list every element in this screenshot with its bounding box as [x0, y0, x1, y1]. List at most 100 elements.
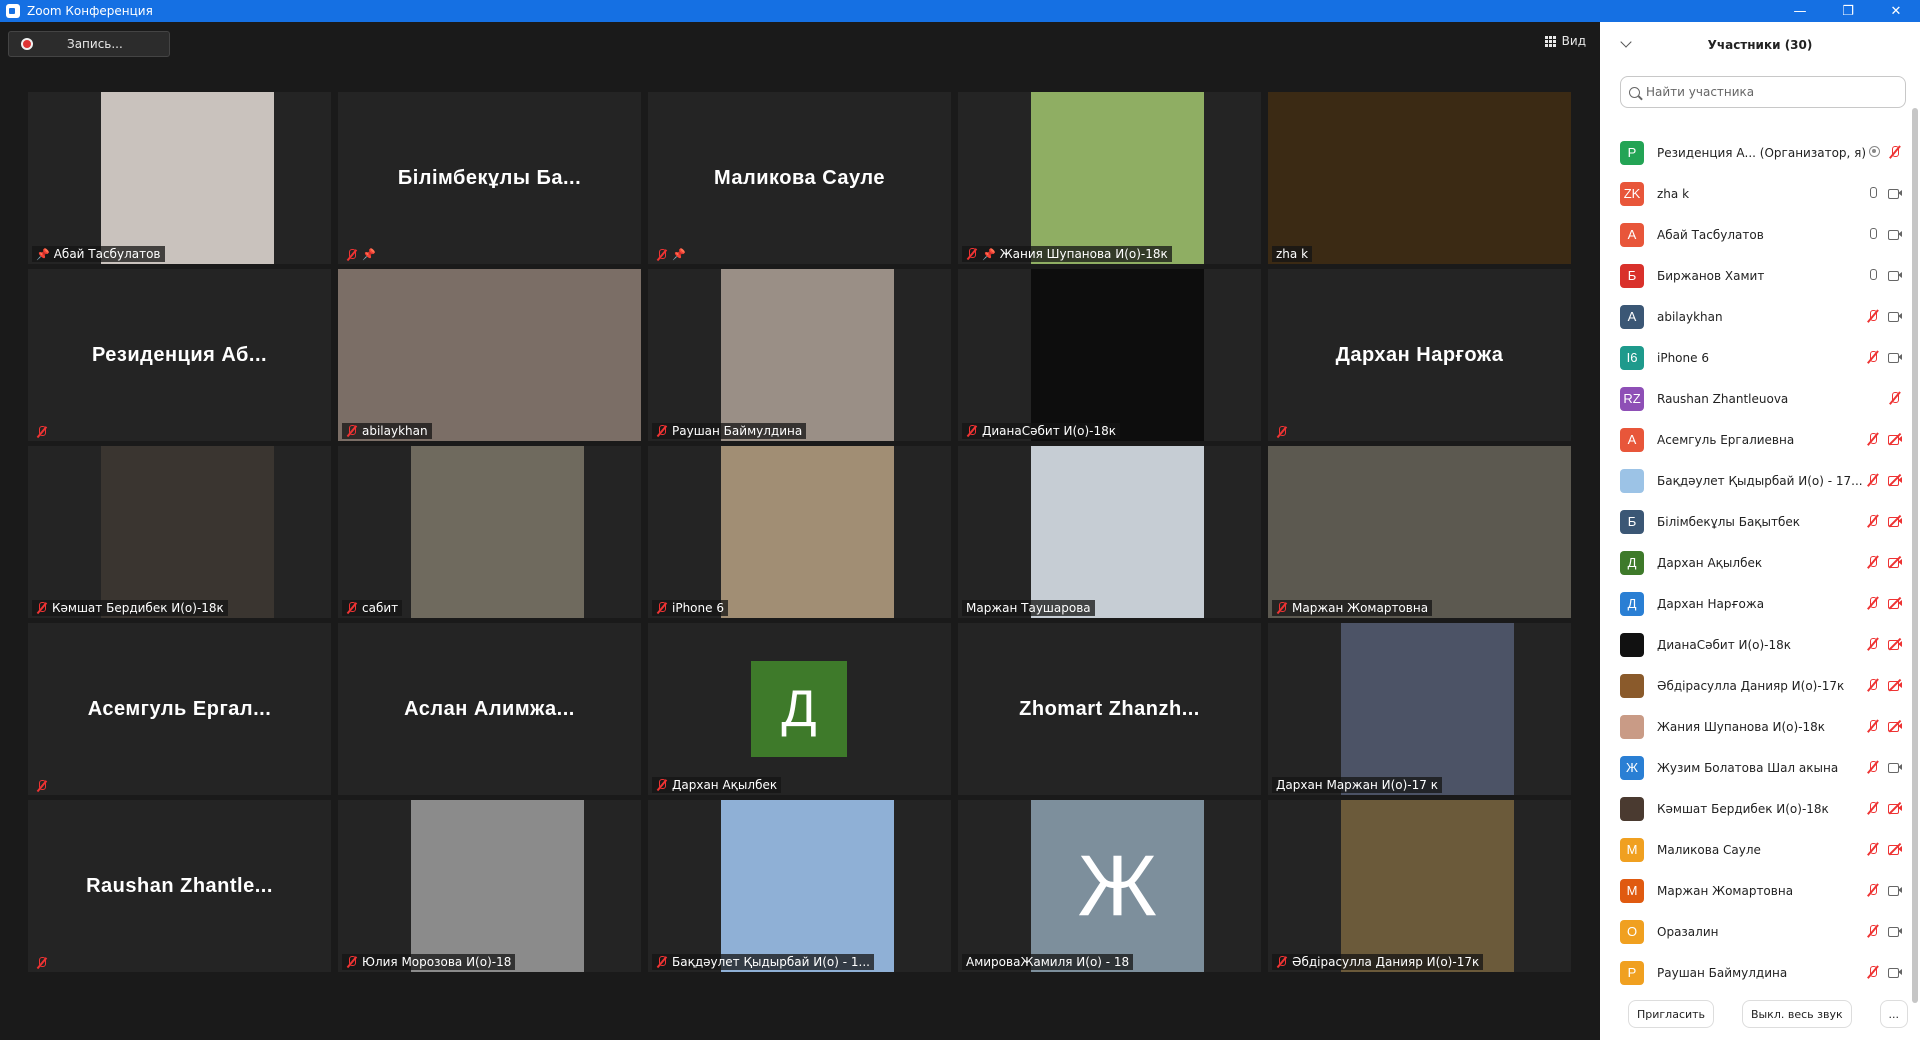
video-off-icon[interactable] — [1888, 596, 1902, 610]
video-icon[interactable] — [1888, 350, 1902, 364]
mute-all-button[interactable]: Выкл. весь звук — [1741, 1000, 1852, 1028]
video-tile[interactable]: Әбдірасулла Данияр И(о)-17к — [1268, 800, 1571, 972]
participant-row[interactable]: ZK zha k — [1600, 173, 1908, 214]
video-tile[interactable]: zha k — [1268, 92, 1571, 264]
video-tile[interactable]: Дархан Нарғожа — [1268, 269, 1571, 441]
participant-row[interactable]: О Оразалин — [1600, 911, 1908, 952]
mic-muted-icon[interactable] — [1866, 555, 1880, 569]
video-icon[interactable] — [1888, 268, 1902, 282]
mic-muted-icon[interactable] — [1866, 514, 1880, 528]
video-tile[interactable]: 📌 Жания Шупанова И(о)-18к — [958, 92, 1261, 264]
video-tile[interactable]: Аслан Алимжа... — [338, 623, 641, 795]
more-button[interactable]: ... — [1879, 1000, 1908, 1028]
video-tile[interactable]: Асемгуль Ергал... — [28, 623, 331, 795]
video-tile[interactable]: Zhomart Zhanzh... — [958, 623, 1261, 795]
mic-muted-icon[interactable] — [1866, 596, 1880, 610]
video-tile[interactable]: Бақдәулет Қыдырбай И(о) - 1... — [648, 800, 951, 972]
participant-search[interactable] — [1620, 76, 1906, 108]
video-icon[interactable] — [1888, 883, 1902, 897]
video-off-icon[interactable] — [1888, 514, 1902, 528]
participant-row[interactable]: Д Дархан Ақылбек — [1600, 542, 1908, 583]
video-icon[interactable] — [1888, 186, 1902, 200]
video-tile[interactable]: Д Дархан Ақылбек — [648, 623, 951, 795]
muted-mic-icon — [656, 956, 668, 968]
mic-muted-icon[interactable] — [1866, 760, 1880, 774]
participant-row[interactable]: М Маржан Жомартовна — [1600, 870, 1908, 911]
participant-list-scrollbar[interactable] — [1912, 108, 1918, 1003]
video-icon[interactable] — [1888, 760, 1902, 774]
video-tile[interactable]: Кәмшат Бердибек И(о)-18к — [28, 446, 331, 618]
mic-muted-icon[interactable] — [1866, 801, 1880, 815]
video-off-icon[interactable] — [1888, 555, 1902, 569]
mic-muted-icon[interactable] — [1866, 883, 1880, 897]
mic-muted-icon[interactable] — [1866, 432, 1880, 446]
participant-row[interactable]: Р Резиденция А... (Организатор, я) — [1600, 132, 1908, 173]
mic-muted-icon[interactable] — [1866, 350, 1880, 364]
participant-row[interactable]: Ж Жузим Болатова Шал акына — [1600, 747, 1908, 788]
mic-muted-icon[interactable] — [1866, 678, 1880, 692]
video-off-icon[interactable] — [1888, 473, 1902, 487]
video-tile[interactable]: iPhone 6 — [648, 446, 951, 618]
participant-row[interactable]: I6 iPhone 6 — [1600, 337, 1908, 378]
mic-muted-icon[interactable] — [1888, 145, 1902, 159]
video-tile[interactable]: Маржан Таушарова — [958, 446, 1261, 618]
video-tile[interactable]: ДианаСәбит И(о)-18к — [958, 269, 1261, 441]
video-tile[interactable]: Дархан Маржан И(о)-17 к — [1268, 623, 1571, 795]
video-off-icon[interactable] — [1888, 678, 1902, 692]
participant-row[interactable]: ДианаСәбит И(о)-18к — [1600, 624, 1908, 665]
collapse-chevron-icon[interactable] — [1620, 36, 1632, 48]
video-tile[interactable]: 📌 Абай Тасбулатов — [28, 92, 331, 264]
video-tile[interactable]: Ж АмироваЖамиля И(о) - 18 — [958, 800, 1261, 972]
mic-muted-icon[interactable] — [1866, 924, 1880, 938]
mic-muted-icon[interactable] — [1866, 965, 1880, 979]
video-icon[interactable] — [1888, 227, 1902, 241]
participant-row[interactable]: Кәмшат Бердибек И(о)-18к — [1600, 788, 1908, 829]
video-icon[interactable] — [1888, 924, 1902, 938]
video-icon[interactable] — [1888, 309, 1902, 323]
participant-row[interactable]: Бақдәулет Қыдырбай И(о) - 17... — [1600, 460, 1908, 501]
video-feed — [101, 446, 274, 618]
mic-muted-icon[interactable] — [1866, 309, 1880, 323]
participant-row[interactable]: RZ Raushan Zhantleuova — [1600, 378, 1908, 419]
participant-row[interactable]: Әбдірасулла Данияр И(о)-17к — [1600, 665, 1908, 706]
participant-row[interactable]: Б Биржанов Хамит — [1600, 255, 1908, 296]
mic-muted-icon[interactable] — [1866, 637, 1880, 651]
video-tile[interactable]: Резиденция Аб... — [28, 269, 331, 441]
mic-icon[interactable] — [1866, 186, 1880, 200]
mic-muted-icon[interactable] — [1866, 842, 1880, 856]
video-tile[interactable]: Раушан Баймулдина — [648, 269, 951, 441]
mic-muted-icon[interactable] — [1866, 473, 1880, 487]
video-tile[interactable]: abilaykhan — [338, 269, 641, 441]
video-off-icon[interactable] — [1888, 842, 1902, 856]
view-button[interactable]: Вид — [1544, 34, 1586, 48]
video-off-icon[interactable] — [1888, 801, 1902, 815]
video-off-icon[interactable] — [1888, 719, 1902, 733]
minimize-button[interactable]: — — [1776, 0, 1824, 22]
video-tile[interactable]: Білімбекұлы Ба... 📌 — [338, 92, 641, 264]
video-tile[interactable]: Маржан Жомартовна — [1268, 446, 1571, 618]
video-off-icon[interactable] — [1888, 432, 1902, 446]
participant-row[interactable]: Б Білімбекұлы Бақытбек — [1600, 501, 1908, 542]
restore-button[interactable]: ❐ — [1824, 0, 1872, 22]
close-button[interactable]: ✕ — [1872, 0, 1920, 22]
participant-row[interactable]: Aabilaykhan — [1600, 296, 1908, 337]
invite-button[interactable]: Пригласить — [1628, 1000, 1715, 1028]
participant-row[interactable]: А Абай Тасбулатов — [1600, 214, 1908, 255]
mic-muted-icon[interactable] — [1866, 719, 1880, 733]
mic-muted-icon[interactable] — [1888, 391, 1902, 405]
participant-row[interactable]: Жания Шупанова И(о)-18к — [1600, 706, 1908, 747]
video-tile[interactable]: сабит — [338, 446, 641, 618]
mic-icon[interactable] — [1866, 268, 1880, 282]
participant-row[interactable]: М Маликова Сауле — [1600, 829, 1908, 870]
search-input[interactable] — [1646, 85, 1896, 99]
participant-row[interactable]: Д Дархан Нарғожа — [1600, 583, 1908, 624]
video-tile[interactable]: Маликова Сауле 📌 — [648, 92, 951, 264]
participant-row[interactable]: Р Раушан Баймулдина — [1600, 952, 1908, 993]
video-icon[interactable] — [1888, 965, 1902, 979]
video-tile[interactable]: Юлия Морозова И(о)-18 — [338, 800, 641, 972]
video-off-icon[interactable] — [1888, 637, 1902, 651]
participant-row[interactable]: А Асемгуль Ергалиевна — [1600, 419, 1908, 460]
mic-icon[interactable] — [1866, 227, 1880, 241]
video-tile[interactable]: Raushan Zhantle... — [28, 800, 331, 972]
record-button[interactable]: Запись... — [8, 31, 170, 57]
